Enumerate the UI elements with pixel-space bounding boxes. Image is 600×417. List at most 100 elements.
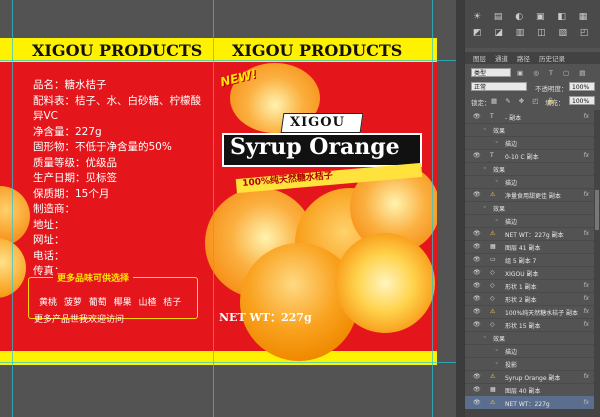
layer-row[interactable]: 👁 ◇ 形状 15 副本 fx [465,318,597,332]
layer-row[interactable]: 👁 ◇ 形状 2 副本 fx [465,292,597,306]
blend-mode-value: 正常 [474,84,487,91]
panel-tabs: 图层 通道 路径 历史记录 [465,52,600,64]
visibility-eye-icon[interactable]: 👁 [473,113,481,120]
visibility-eye-icon[interactable]: 👁 [473,243,481,250]
fx-icon[interactable]: fx [583,308,589,315]
canvas-scrollbar[interactable] [456,0,464,417]
effect-icon: ◦ [495,217,499,224]
tab-history[interactable]: 历史记录 [539,53,565,63]
lock-row: 锁定： ▦ ✎ ✥ ◰ 🔒 填充： 100% [465,96,600,108]
fx-icon[interactable]: fx [583,113,589,120]
layer-row[interactable]: 👁 ⚠ NET WT：227g 副本 fx [465,227,597,241]
guide-vertical[interactable] [432,0,433,417]
layer-row[interactable]: 👁 ⚠ NET WT：227g fx [465,396,597,410]
layer-row[interactable]: 👁 ▭ 组 5 副本 7 [465,253,597,267]
blend-mode-select[interactable]: 正常 [471,82,527,91]
layer-name: 形状 2 副本 [505,297,537,304]
layer-row[interactable]: ◦ 投影 [465,357,597,371]
effect-icon: ◦ [483,126,487,133]
effect-icon: ◦ [495,347,499,354]
layer-row[interactable]: 👁 ⚠ 100%纯天然糖水桔子 副本 fx [465,305,597,319]
kind-filter-select[interactable]: 类型 [471,68,511,77]
layer-row[interactable]: ◦ 描边 [465,175,597,189]
visibility-eye-icon[interactable]: 👁 [473,269,481,276]
guide-horizontal[interactable] [0,362,464,363]
image-layer-icon: ▦ [490,386,496,393]
text-layer-icon: T [490,113,494,120]
adjustment-icons-row2[interactable]: ◩ ◪ ▥ ◫ ▧ ◰ [473,28,593,38]
effect-icon: ◦ [483,165,487,172]
canvas-area[interactable]: XIGOU PRODUCTS XIGOU PRODUCTS 品名：糖水桔子 配料… [0,0,464,417]
opacity-input[interactable]: 100% [569,82,595,91]
layers-scrollbar[interactable] [594,110,600,410]
visibility-eye-icon[interactable]: 👁 [473,282,481,289]
warn-layer-icon: ⚠ [490,230,496,237]
layer-name: 投影 [505,362,518,369]
effect-icon: ◦ [495,178,499,185]
opacity-label: 不透明度： [535,85,568,93]
layer-row[interactable]: 👁 ⚠ Syrup Orange 副本 fx [465,370,597,384]
text-layer-icon: T [490,152,494,159]
adjustment-icons[interactable]: ☀ ▤ ◐ ▣ ◧ ▦ ▨ [473,12,600,22]
info-line: 配料表：桔子、水、白砂糖、柠檬酸 [33,94,201,107]
fx-icon[interactable]: fx [583,399,589,406]
visibility-eye-icon[interactable]: 👁 [473,191,481,198]
layer-row[interactable]: 👁 ◇ XIGOU 副本 [465,266,597,280]
effect-icon: ◦ [495,360,499,367]
filter-icons[interactable]: ▣ ◎ T ▢ ▤ [517,69,589,77]
fx-icon[interactable]: fx [583,295,589,302]
info-line: 制造商： [33,203,75,215]
guide-vertical[interactable] [213,0,214,417]
shape-layer-icon: ◇ [490,269,495,276]
layer-row[interactable]: ◦ 效果 [465,123,597,137]
more-flavors-title: 更多品味可供选择 [53,271,134,284]
fx-icon[interactable]: fx [583,152,589,159]
layer-name: 形状 1 副本 [505,284,537,291]
visibility-eye-icon[interactable]: 👁 [473,373,481,380]
effect-icon: ◦ [483,204,487,211]
layer-row[interactable]: ◦ 描边 [465,214,597,228]
tab-channels[interactable]: 通道 [495,53,508,63]
layer-name: 描边 [505,141,518,148]
layer-row[interactable]: ◦ 效果 [465,162,597,176]
shape-layer-icon: ◇ [490,321,495,328]
layer-row[interactable]: 👁 ⚠ 净量食用甜更佳 副本 fx [465,188,597,202]
visibility-eye-icon[interactable]: 👁 [473,230,481,237]
visibility-eye-icon[interactable]: 👁 [473,399,481,406]
visibility-eye-icon[interactable]: 👁 [473,321,481,328]
layer-row[interactable]: ◦ 描边 [465,136,597,150]
layers-list: 👁 T - 副本 fx ◦ 效果 ◦ 描边 👁 T 0-10 C 副本 fx ◦ 效果 ◦ 描边 👁 ⚠ 净量食用甜… [465,110,597,410]
net-weight: NET WT：227g [219,311,312,324]
guide-horizontal[interactable] [0,60,464,61]
layer-row[interactable]: ◦ 效果 [465,331,597,345]
layer-row[interactable]: ◦ 描边 [465,344,597,358]
visibility-eye-icon[interactable]: 👁 [473,256,481,263]
visibility-eye-icon[interactable]: 👁 [473,308,481,315]
fx-icon[interactable]: fx [583,230,589,237]
layer-row[interactable]: 👁 ▦ 图层 40 副本 [465,383,597,397]
fx-icon[interactable]: fx [583,282,589,289]
visibility-eye-icon[interactable]: 👁 [473,152,481,159]
layer-name: 0-10 C 副本 [505,154,539,161]
layer-name: 效果 [493,206,506,213]
product-name: Syrup Orange [230,134,400,160]
info-line: 品名：糖水桔子 [33,79,107,91]
layers-scrollbar-thumb[interactable] [595,190,599,230]
layer-name: NET WT：227g [505,401,550,408]
layer-name: 效果 [493,128,506,135]
fx-icon[interactable]: fx [583,321,589,328]
layer-row[interactable]: 👁 T 0-10 C 副本 fx [465,149,597,163]
guide-vertical[interactable] [12,0,13,417]
layer-row[interactable]: 👁 ▦ 图层 41 副本 [465,240,597,254]
fill-input[interactable]: 100% [569,96,595,105]
tab-layers[interactable]: 图层 [473,53,486,63]
tab-paths[interactable]: 路径 [517,53,530,63]
fx-icon[interactable]: fx [583,373,589,380]
fx-icon[interactable]: fx [583,191,589,198]
visibility-eye-icon[interactable]: 👁 [473,386,481,393]
layer-name: 效果 [493,336,506,343]
layer-row[interactable]: 👁 T - 副本 fx [465,110,597,124]
visibility-eye-icon[interactable]: 👁 [473,295,481,302]
layer-row[interactable]: ◦ 效果 [465,201,597,215]
layer-row[interactable]: 👁 ◇ 形状 1 副本 fx [465,279,597,293]
